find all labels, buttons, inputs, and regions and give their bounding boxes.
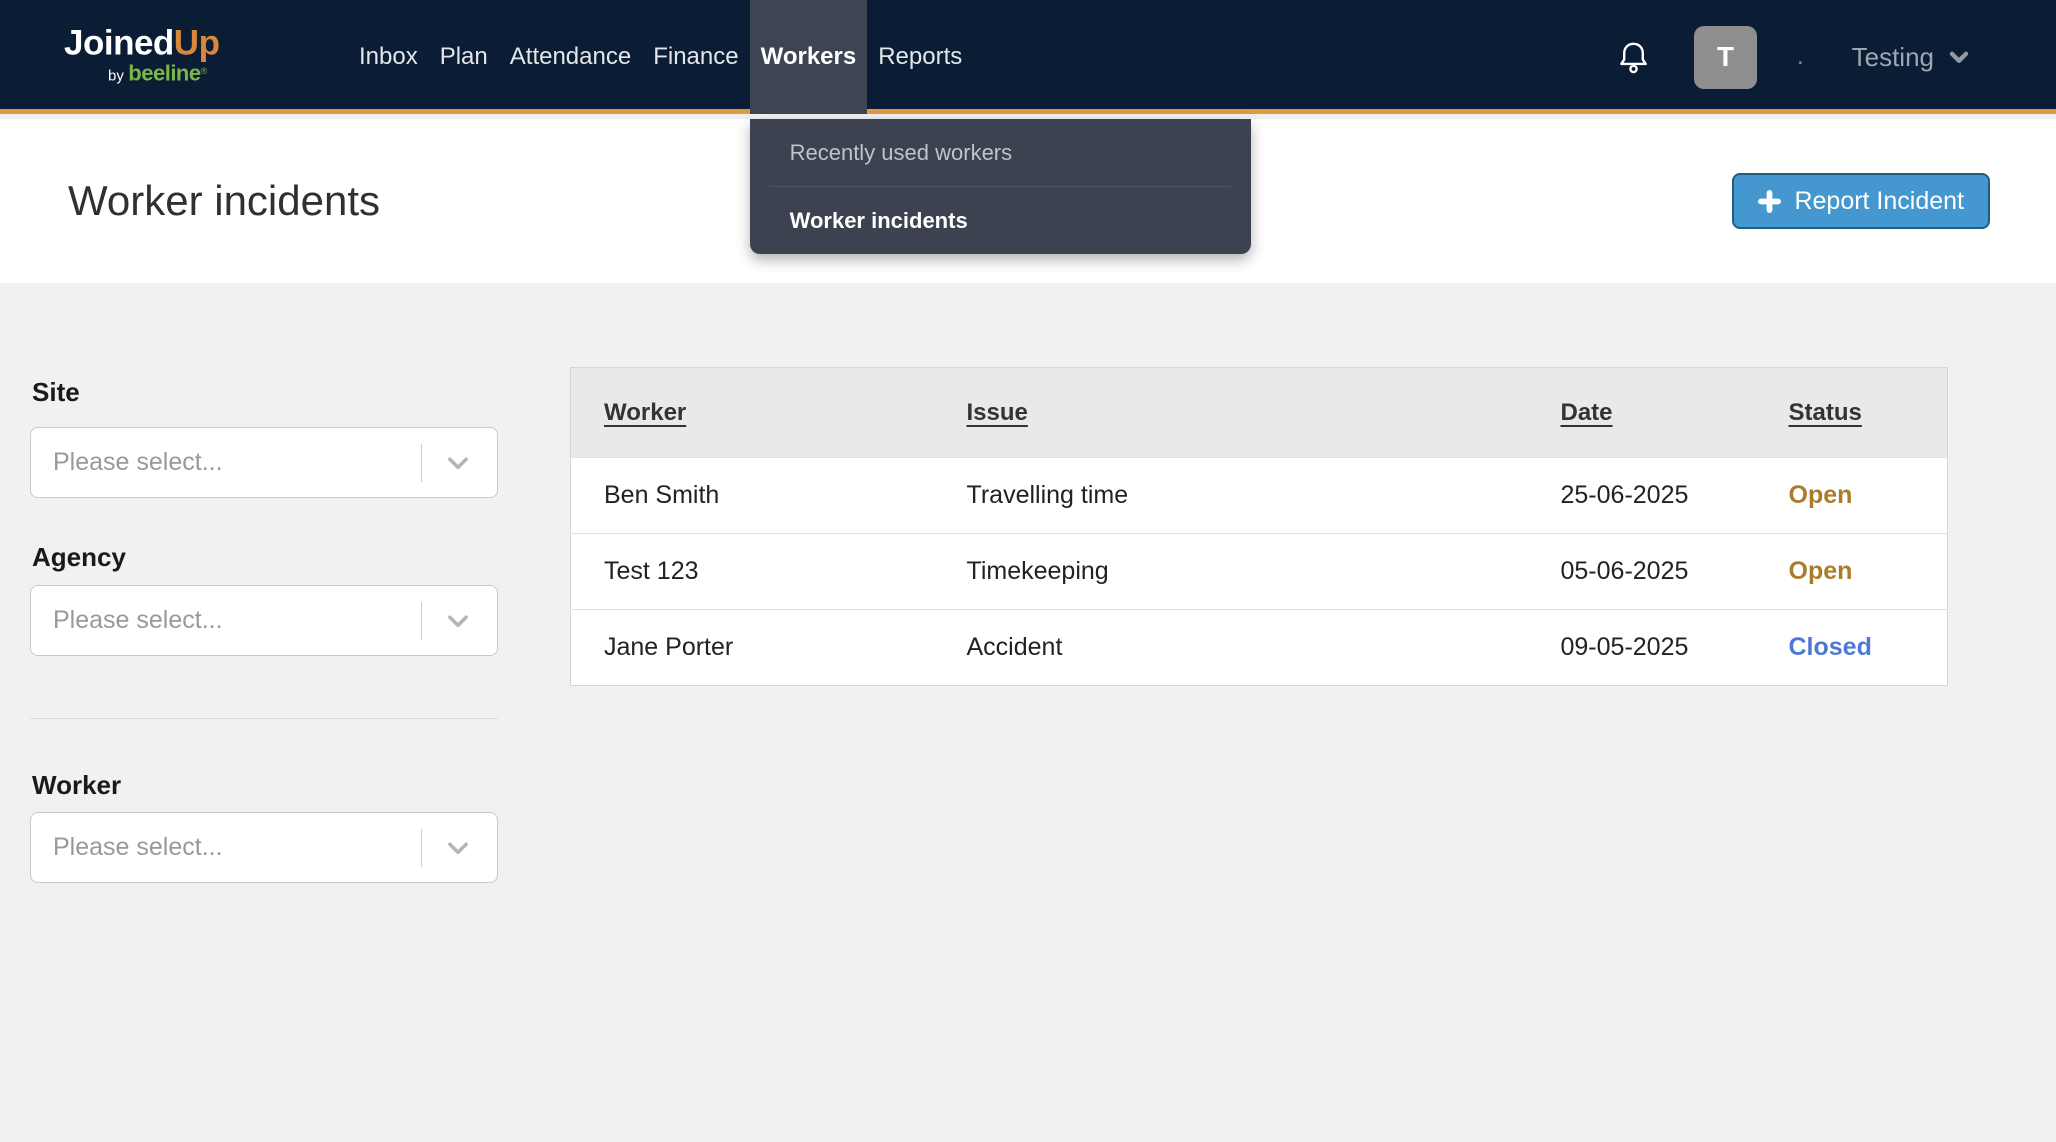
nav-menu: Inbox Plan Attendance Finance Workers Re… xyxy=(348,0,1251,254)
top-navbar: JoinedUp by beeline® Inbox Plan Attendan… xyxy=(0,0,2056,254)
filters-divider xyxy=(30,718,498,719)
filter-label-worker: Worker xyxy=(32,770,122,800)
app-root: JoinedUp by beeline® Inbox Plan Attendan… xyxy=(0,0,2056,1142)
account-name: Testing xyxy=(1851,41,1934,72)
cell-worker: Ben Smith xyxy=(604,481,720,509)
user-avatar[interactable]: T xyxy=(1693,25,1757,89)
cell-issue: Travelling time xyxy=(966,481,1129,509)
cell-worker: Jane Porter xyxy=(604,633,734,661)
menu-item-worker-incidents[interactable]: Worker incidents xyxy=(750,187,1251,254)
select-divider xyxy=(421,443,422,482)
incidents-table: Worker Issue Date Status Ben Smith Trave… xyxy=(570,367,1948,686)
status-badge: Closed xyxy=(1788,633,1872,661)
select-placeholder: Please select... xyxy=(53,448,223,476)
avatar-initial: T xyxy=(1716,41,1734,72)
nav-item-reports[interactable]: Reports xyxy=(867,0,973,114)
select-placeholder: Please select... xyxy=(53,833,223,861)
content-area: Site Please select... Agency Please sele… xyxy=(0,283,2056,1142)
chevron-down-icon xyxy=(443,606,473,636)
nav-item-inbox[interactable]: Inbox xyxy=(348,0,429,114)
column-header-status: Status xyxy=(1788,398,1862,426)
table-row[interactable]: Ben Smith Travelling time 25-06-2025 Ope… xyxy=(570,457,1948,534)
column-header-issue: Issue xyxy=(966,398,1028,426)
cell-issue: Accident xyxy=(966,633,1063,661)
select-divider xyxy=(421,828,422,867)
nav-item-attendance[interactable]: Attendance xyxy=(499,0,642,114)
agency-select[interactable]: Please select... xyxy=(30,585,498,656)
nav-item-plan[interactable]: Plan xyxy=(429,0,499,114)
column-header-worker: Worker xyxy=(604,398,687,426)
brand-joined: Joined xyxy=(64,23,174,62)
chevron-down-icon xyxy=(443,448,473,478)
nav-item-workers[interactable]: Workers Recently used workers Worker inc… xyxy=(749,0,1251,254)
filter-label-agency: Agency xyxy=(32,542,126,572)
select-divider xyxy=(421,601,422,640)
column-header-date: Date xyxy=(1560,398,1613,426)
page-title: Worker incidents xyxy=(68,177,381,224)
worker-select[interactable]: Please select... xyxy=(30,812,498,883)
brand-beeline-text: by beeline® xyxy=(108,60,208,85)
table-header-row: Worker Issue Date Status xyxy=(570,367,1948,458)
cell-date: 05-06-2025 xyxy=(1560,557,1689,585)
brand-joinedup-text: JoinedUp xyxy=(64,23,220,62)
table-row[interactable]: Test 123 Timekeeping 05-06-2025 Open xyxy=(570,533,1948,610)
brand-up: Up xyxy=(173,23,220,62)
cell-worker: Test 123 xyxy=(604,557,699,585)
report-incident-button[interactable]: Report Incident xyxy=(1732,173,1990,229)
table-row[interactable]: Jane Porter Accident 09-05-2025 Closed xyxy=(570,609,1948,686)
account-separator: . xyxy=(1796,43,1804,70)
notifications-bell-icon[interactable] xyxy=(1618,39,1649,76)
navbar-right: T . Testing xyxy=(1618,0,2056,114)
menu-item-recently-used-workers[interactable]: Recently used workers xyxy=(750,119,1251,186)
chevron-down-icon xyxy=(443,833,473,863)
cell-issue: Timekeeping xyxy=(966,557,1109,585)
brand-logo: JoinedUp by beeline® xyxy=(64,23,220,85)
nav-item-workers-label: Workers xyxy=(760,43,857,70)
site-select[interactable]: Please select... xyxy=(30,427,498,498)
status-badge: Open xyxy=(1788,557,1853,585)
select-placeholder: Please select... xyxy=(53,606,223,634)
filter-label-site: Site xyxy=(32,377,80,407)
workers-dropdown-menu: Recently used workers Worker incidents xyxy=(749,119,1251,254)
chevron-down-icon xyxy=(1949,51,1969,63)
plus-icon xyxy=(1758,189,1782,213)
report-incident-label: Report Incident xyxy=(1794,186,1964,215)
status-badge: Open xyxy=(1788,481,1853,509)
cell-date: 25-06-2025 xyxy=(1560,481,1689,509)
nav-item-finance[interactable]: Finance xyxy=(642,0,749,114)
account-menu[interactable]: Testing xyxy=(1852,42,1972,73)
cell-date: 09-05-2025 xyxy=(1560,633,1689,661)
